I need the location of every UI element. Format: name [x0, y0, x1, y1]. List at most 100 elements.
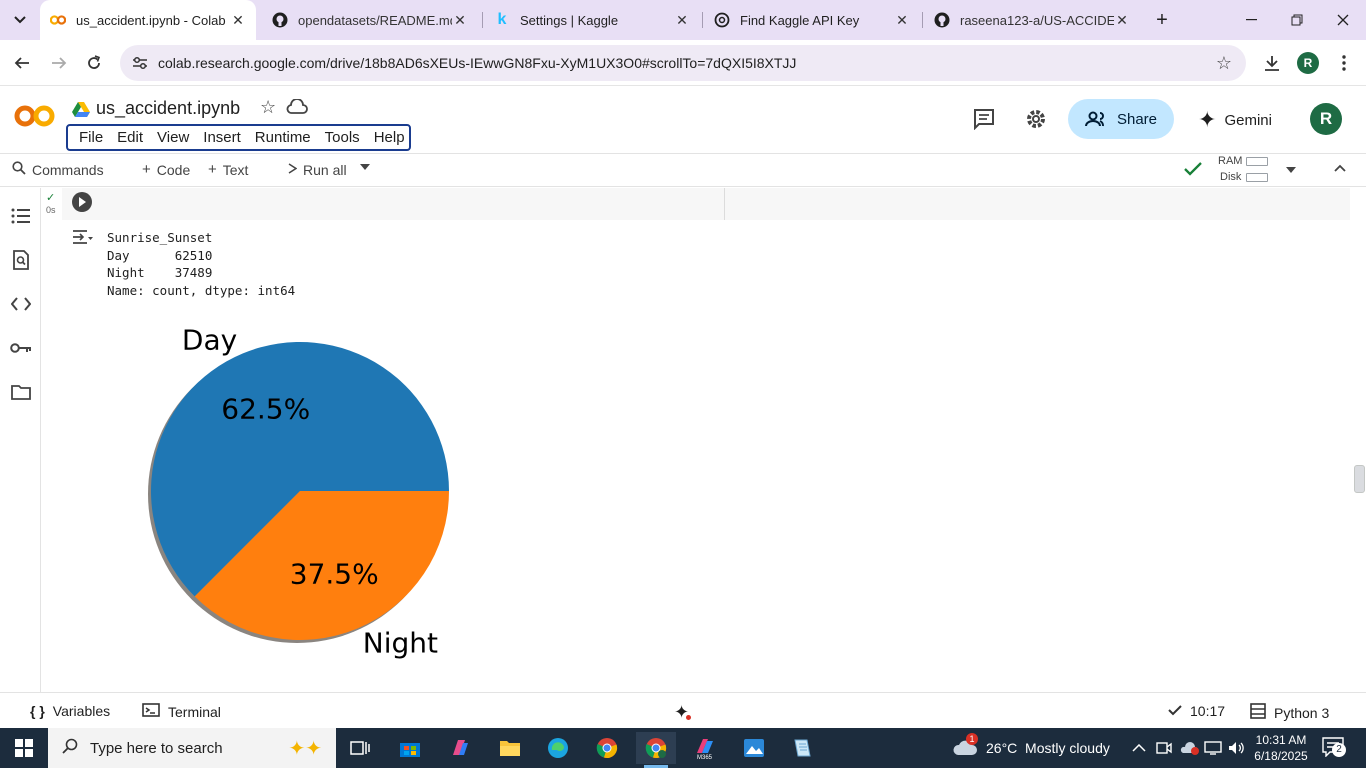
add-code-button[interactable]: + Code — [142, 161, 190, 178]
browser-tab-colab[interactable]: us_accident.ipynb - Colab ✕ — [40, 0, 256, 40]
pie-percent-label: 62.5% — [221, 392, 310, 425]
close-tab-icon[interactable]: ✕ — [230, 12, 246, 29]
add-text-button[interactable]: + Text — [208, 161, 248, 178]
output-menu-icon[interactable] — [72, 229, 94, 250]
left-sidebar — [0, 188, 41, 692]
minimize-icon[interactable] — [1228, 0, 1274, 40]
edge-browser-icon[interactable] — [538, 732, 578, 764]
taskbar-search-input[interactable]: Type here to search ✦✦ — [48, 728, 336, 768]
cloud-saved-icon[interactable] — [286, 98, 308, 120]
plus-icon: + — [142, 161, 151, 178]
connected-check-icon[interactable] — [1184, 162, 1202, 176]
menu-file[interactable]: File — [72, 129, 110, 146]
browser-tab-chatgpt[interactable]: Find Kaggle API Key ✕ — [704, 0, 920, 40]
browser-profile-avatar[interactable]: R — [1297, 52, 1319, 74]
microsoft-store-icon[interactable] — [390, 732, 430, 764]
google-drive-icon[interactable] — [72, 101, 90, 122]
volume-icon[interactable] — [1228, 728, 1246, 768]
gemini-sparkle-icon: ✦ — [1198, 107, 1217, 132]
run-cell-button[interactable] — [72, 192, 92, 212]
back-arrow-icon[interactable] — [10, 51, 34, 75]
chrome-profile-icon[interactable] — [636, 732, 676, 768]
scrollbar-thumb[interactable] — [1354, 465, 1365, 493]
tab-search-chevron-icon[interactable] — [8, 8, 32, 32]
terminal-button[interactable]: Terminal — [142, 703, 221, 720]
notebook-toolbar: Commands + Code + Text Run all RAM Disk — [0, 153, 1366, 187]
share-button[interactable]: Share — [1068, 99, 1174, 139]
menu-tools[interactable]: Tools — [318, 129, 367, 146]
task-view-icon[interactable] — [340, 732, 380, 764]
notebook-title[interactable]: us_accident.ipynb — [96, 98, 240, 119]
restore-icon[interactable] — [1274, 0, 1320, 40]
menu-help[interactable]: Help — [367, 129, 412, 146]
browser-menu-icon[interactable] — [1332, 51, 1356, 75]
close-window-icon[interactable] — [1320, 0, 1366, 40]
close-tab-icon[interactable]: ✕ — [452, 12, 468, 29]
download-icon[interactable] — [1260, 51, 1284, 75]
menu-view[interactable]: View — [150, 129, 196, 146]
onedrive-error-icon[interactable] — [1180, 728, 1200, 768]
reload-icon[interactable] — [82, 51, 106, 75]
notepad-icon[interactable] — [782, 732, 822, 764]
weather-cloud-icon: 1 — [952, 732, 978, 760]
copilot-icon[interactable] — [440, 732, 480, 764]
taskbar-clock[interactable]: 10:31 AM 6/18/2025 — [1252, 732, 1310, 764]
variables-button[interactable]: { } Variables — [30, 703, 110, 719]
photos-app-icon[interactable] — [734, 732, 774, 764]
run-all-button[interactable]: Run all — [288, 161, 347, 178]
tab-title: raseena123-a/US-ACCIDENT — [960, 12, 1114, 28]
meet-now-icon[interactable] — [1156, 728, 1172, 768]
secrets-key-icon[interactable] — [9, 336, 33, 360]
close-tab-icon[interactable]: ✕ — [1114, 12, 1130, 29]
commands-button[interactable]: Commands — [12, 161, 104, 179]
settings-gear-icon[interactable] — [1024, 107, 1048, 131]
notification-center-icon[interactable]: 2 — [1322, 728, 1346, 768]
chrome-icon[interactable] — [587, 732, 627, 764]
colab-logo-icon[interactable] — [14, 104, 56, 135]
gemini-label: Gemini — [1224, 111, 1272, 129]
browser-tab-github-readme[interactable]: opendatasets/README.md at ✕ — [262, 0, 478, 40]
gemini-sparkle-icon[interactable]: ✦ — [674, 702, 692, 723]
code-snippets-icon[interactable] — [9, 292, 33, 316]
show-hidden-icons-chevron-icon[interactable] — [1132, 728, 1146, 768]
files-folder-icon[interactable] — [9, 380, 33, 404]
ram-usage-bar[interactable] — [1246, 157, 1268, 166]
collapse-header-chevron-icon[interactable] — [1334, 164, 1346, 172]
gemini-button[interactable]: ✦ Gemini — [1198, 107, 1272, 133]
menu-runtime[interactable]: Runtime — [248, 129, 318, 146]
resources-chevron-icon[interactable] — [1286, 167, 1296, 173]
new-tab-plus-icon[interactable]: + — [1150, 8, 1174, 32]
code-cell-editor[interactable] — [62, 188, 1350, 220]
browser-tab-github-repo[interactable]: raseena123-a/US-ACCIDENT ✕ — [924, 0, 1140, 40]
windows-start-icon[interactable] — [0, 728, 48, 768]
tab-separator — [922, 12, 923, 28]
account-avatar[interactable]: R — [1310, 103, 1342, 135]
disk-label: Disk — [1220, 171, 1242, 183]
close-tab-icon[interactable]: ✕ — [894, 12, 910, 29]
kernel-status[interactable]: Python 3 — [1250, 703, 1329, 722]
disk-usage-bar[interactable] — [1246, 173, 1268, 182]
bookmark-star-icon[interactable]: ☆ — [1216, 53, 1232, 74]
star-icon[interactable]: ☆ — [260, 97, 276, 118]
run-options-chevron-icon[interactable] — [360, 164, 370, 170]
find-replace-icon[interactable] — [9, 248, 33, 272]
table-of-contents-icon[interactable] — [9, 204, 33, 228]
browser-toolbar: colab.research.google.com/drive/18b8AD6s… — [0, 40, 1366, 86]
close-tab-icon[interactable]: ✕ — [674, 12, 690, 29]
windows-taskbar: Type here to search ✦✦ M365 1 26°C Mostl… — [0, 728, 1366, 768]
browser-tab-kaggle-settings[interactable]: k Settings | Kaggle ✕ — [484, 0, 700, 40]
comment-icon[interactable] — [972, 107, 996, 131]
site-settings-icon[interactable] — [130, 53, 150, 73]
weather-widget[interactable]: 1 26°C Mostly cloudy — [952, 728, 1110, 768]
terminal-label: Terminal — [168, 703, 221, 720]
menu-insert[interactable]: Insert — [196, 129, 248, 146]
last-run-status[interactable]: 10:17 — [1168, 703, 1225, 719]
svg-text:M365: M365 — [697, 755, 713, 759]
forward-arrow-icon[interactable] — [47, 51, 71, 75]
menu-edit[interactable]: Edit — [110, 129, 150, 146]
address-bar[interactable]: colab.research.google.com/drive/18b8AD6s… — [120, 45, 1246, 81]
microsoft-365-icon[interactable]: M365 — [685, 732, 725, 764]
network-icon[interactable] — [1204, 728, 1222, 768]
commands-label: Commands — [32, 162, 104, 178]
file-explorer-icon[interactable] — [490, 732, 530, 764]
